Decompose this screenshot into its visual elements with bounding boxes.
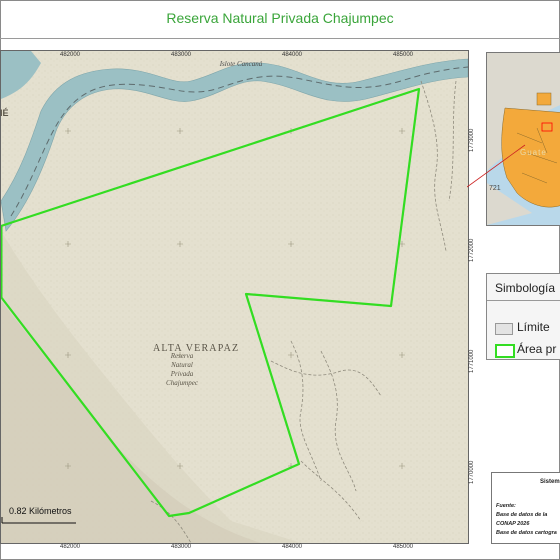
title-divider xyxy=(0,38,560,39)
x-tick-bottom: 483000 xyxy=(171,544,192,550)
scale-label: 0.82 Kilómetros xyxy=(9,506,72,516)
legend-swatch-limit xyxy=(495,323,513,335)
x-tick-top: 484000 xyxy=(282,52,303,58)
map-title: Reserva Natural Privada Chajumpec xyxy=(166,10,394,26)
locator-line xyxy=(467,144,526,188)
main-map[interactable] xyxy=(0,50,469,544)
island-label: Islote Cancaná xyxy=(219,60,263,68)
reserve-label: Reserva Natural Privada Chajumpec xyxy=(166,352,198,387)
y-tick-right: 1771000 xyxy=(469,349,475,373)
source-heading: Fuente: xyxy=(496,503,516,509)
legend-label-limit: Límite xyxy=(517,320,550,334)
legend-label-area: Área pr xyxy=(517,342,557,356)
source-line: CONAP 2026 xyxy=(496,521,530,527)
x-tick-bottom: 482000 xyxy=(60,544,81,550)
x-tick-bottom: 484000 xyxy=(282,544,303,550)
x-tick-top: 483000 xyxy=(171,52,192,58)
map-edge-label: IÉ xyxy=(0,108,9,118)
y-tick-right: 1770000 xyxy=(469,460,475,484)
legend-swatch-area xyxy=(495,344,515,358)
source-system-label: Sistem xyxy=(540,479,560,485)
y-tick-right: 1772000 xyxy=(469,238,475,262)
x-tick-bottom: 485000 xyxy=(393,544,414,550)
legend-divider xyxy=(487,300,560,301)
source-line: Base de datos de la xyxy=(496,512,548,518)
x-tick-top: 482000 xyxy=(60,52,81,58)
legend-title: Simbología xyxy=(495,281,556,295)
inset-focus xyxy=(536,92,552,106)
map-canvas xyxy=(1,51,468,543)
source-line: Base de datos cartogra xyxy=(496,530,557,536)
x-tick-top: 485000 xyxy=(393,52,414,58)
legend-box: Simbología Límite Área pr xyxy=(486,273,560,360)
